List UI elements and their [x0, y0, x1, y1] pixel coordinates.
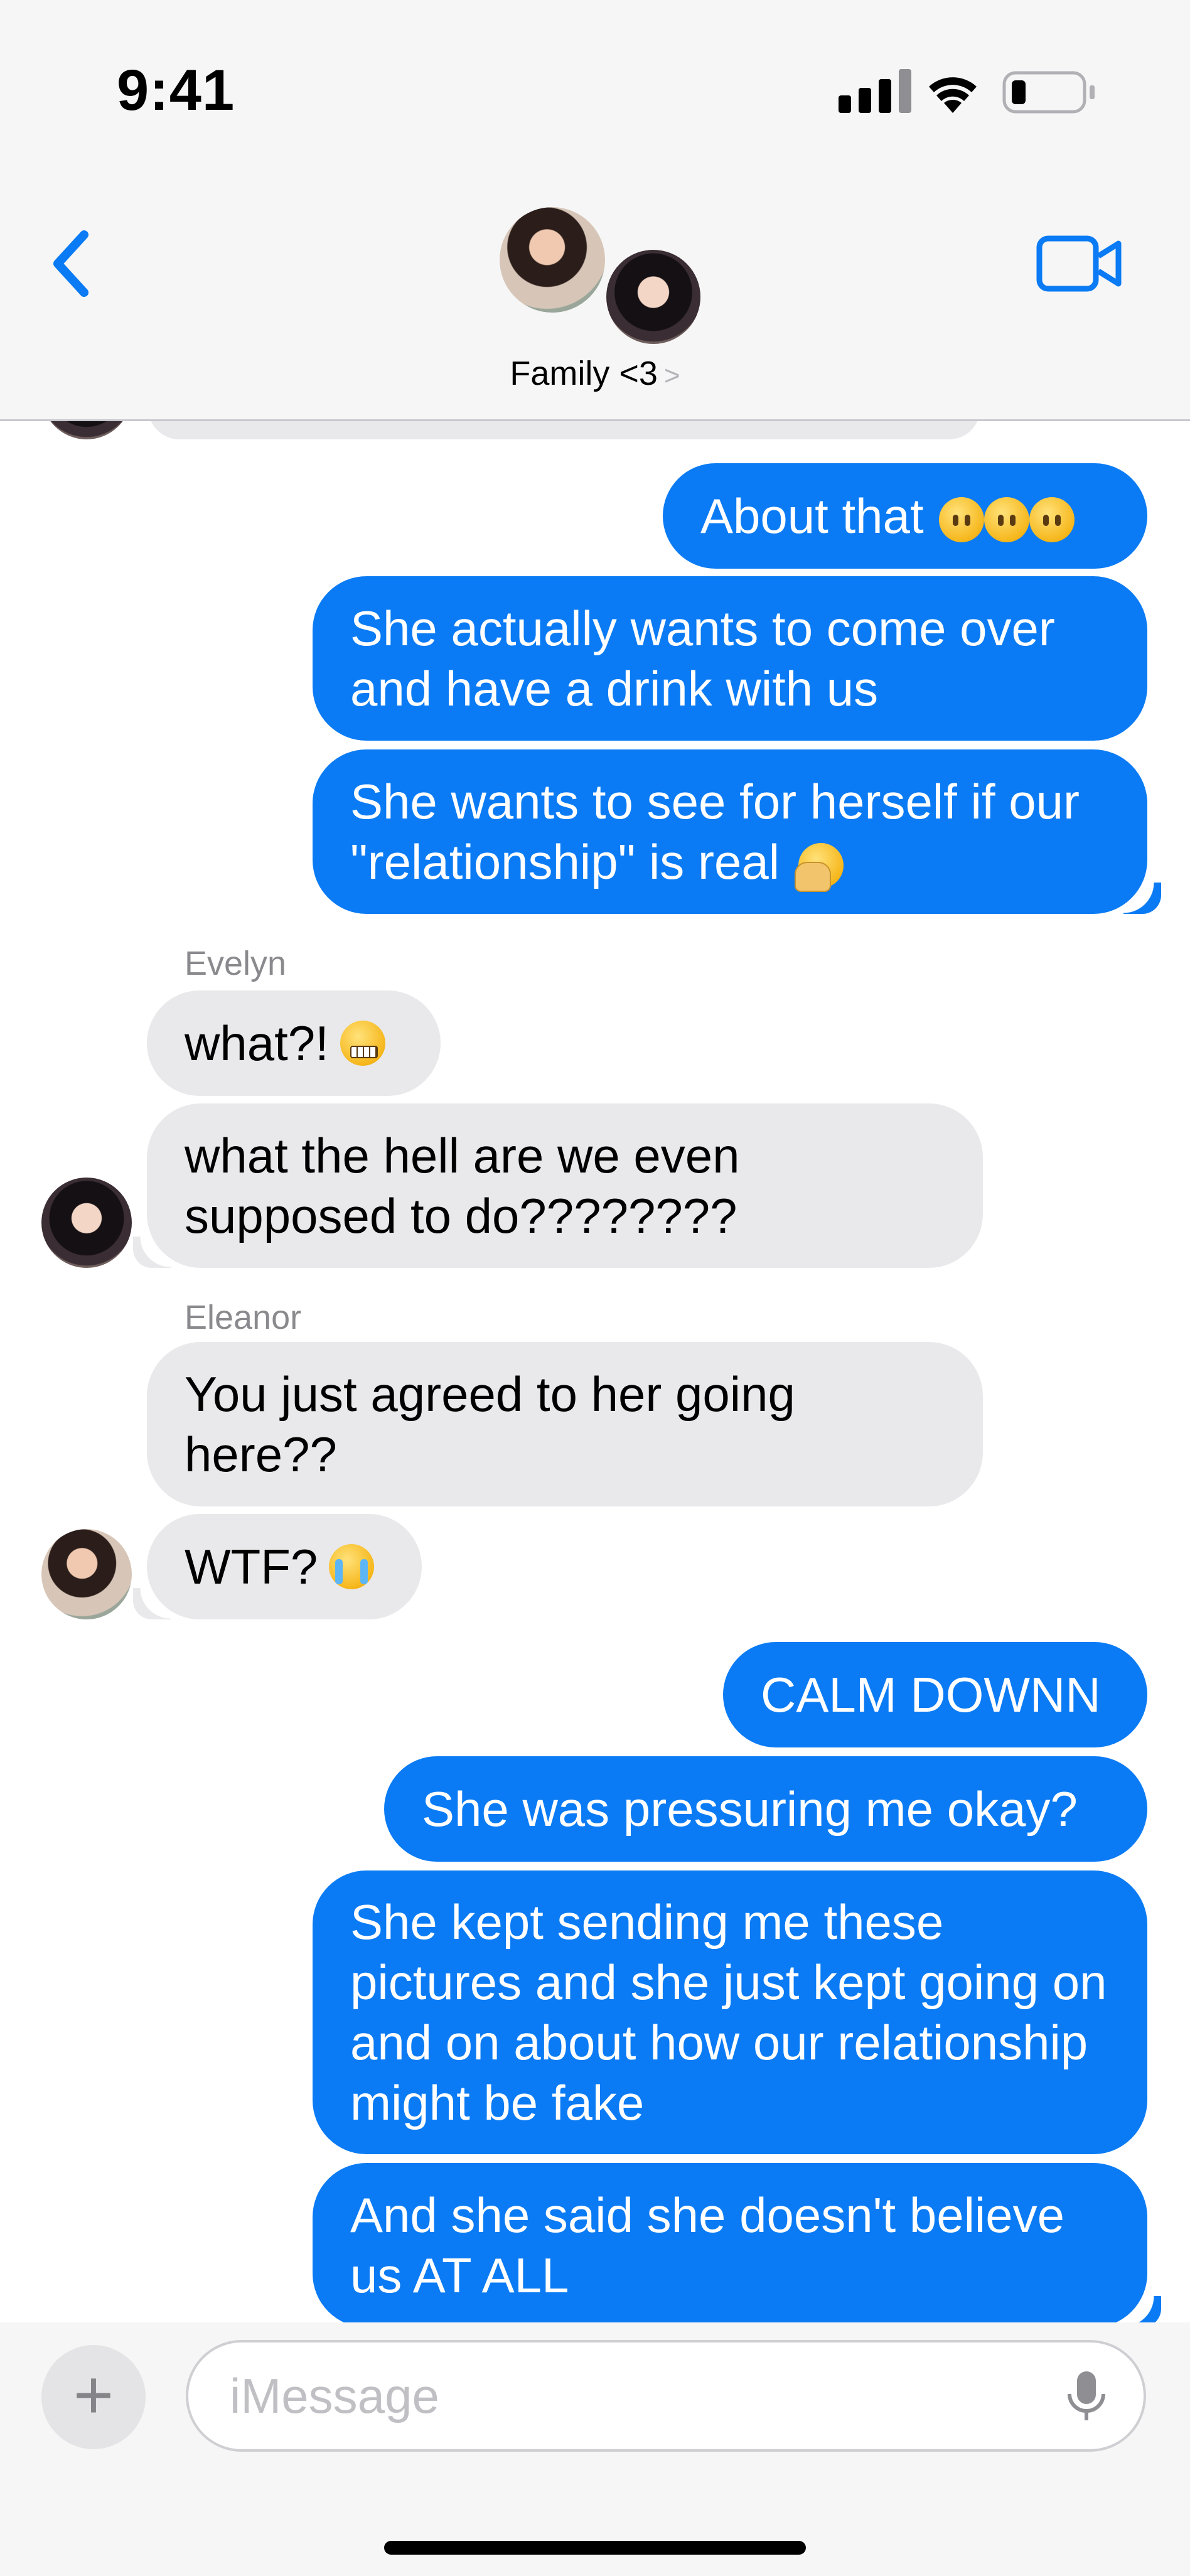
crying-face-emoji: [329, 1544, 375, 1589]
message-input-placeholder: iMessage: [230, 2368, 439, 2423]
message-text: She wants to see for herself if our "rel…: [350, 774, 1080, 893]
facetime-video-icon[interactable]: [1036, 232, 1123, 295]
sender-name: Eleanor: [185, 1299, 302, 1336]
group-name-label: Family <3: [510, 355, 658, 392]
chevron-right-icon: >: [663, 360, 680, 391]
group-avatar-eleanor[interactable]: [496, 203, 609, 316]
message-text: She was pressuring me okay?: [422, 1781, 1078, 1837]
no-mouth-face-emoji: [938, 497, 984, 543]
group-name[interactable]: Family <3 >: [0, 354, 1190, 393]
message-input[interactable]: iMessage: [186, 2340, 1146, 2452]
message-text: You just agreed to her going here??: [185, 1366, 795, 1482]
message-bubble-out[interactable]: And she said she doesn't believe us AT A…: [313, 2163, 1161, 2327]
message-bubble-in[interactable]: what?!: [147, 990, 441, 1096]
sender-name: Evelyn: [185, 945, 287, 982]
wifi-icon: [929, 77, 977, 113]
message-bubble-out[interactable]: She kept sending me these pictures and s…: [313, 1870, 1147, 2154]
message-bubble-in[interactable]: what the hell are we even supposed to do…: [133, 1103, 983, 1268]
avatar-eleanor[interactable]: [41, 1529, 132, 1619]
cellular-signal-icon: [839, 69, 911, 113]
add-attachment-button[interactable]: +: [41, 2345, 146, 2449]
message-text: She actually wants to come over and have…: [350, 601, 1055, 716]
status-time: 9:41: [117, 58, 235, 122]
home-indicator[interactable]: [384, 2541, 806, 2555]
battery-icon: [1002, 71, 1095, 114]
grimacing-face-emoji: [340, 1021, 385, 1066]
message-bubble-in[interactable]: WTF?: [133, 1514, 422, 1619]
message-text: what the hell are we even supposed to do…: [185, 1128, 740, 1243]
microphone-icon[interactable]: [1064, 2369, 1108, 2425]
back-chevron-icon[interactable]: [45, 226, 95, 301]
facepalm-emoji: [794, 843, 844, 893]
no-mouth-face-emoji: [1029, 497, 1075, 543]
message-bubble-out[interactable]: She was pressuring me okay?: [384, 1756, 1147, 1862]
message-text: She kept sending me these pictures and s…: [350, 1894, 1107, 2130]
message-bubble-out[interactable]: She wants to see for herself if our "rel…: [313, 749, 1161, 914]
message-text: what?!: [185, 1016, 329, 1071]
message-text: About that: [700, 488, 924, 544]
composer-bar: + iMessage: [0, 2322, 1190, 2576]
message-bubble-out[interactable]: CALM DOWNN: [723, 1642, 1147, 1747]
status-icons: [839, 69, 1095, 114]
group-avatar-evelyn[interactable]: [603, 246, 704, 348]
message-bubble-in[interactable]: You just agreed to her going here??: [147, 1342, 983, 1506]
message-text: CALM DOWNN: [761, 1667, 1101, 1722]
conversation-header: 9:41 Family <3 >: [0, 0, 1190, 421]
message-text: WTF?: [185, 1539, 318, 1594]
avatar-evelyn[interactable]: [41, 1178, 132, 1268]
message-bubble-out[interactable]: She actually wants to come over and have…: [313, 576, 1147, 741]
message-bubble-out[interactable]: About that: [663, 463, 1147, 569]
message-text: And she said she doesn't believe us AT A…: [350, 2187, 1065, 2303]
no-mouth-face-emoji: [984, 497, 1029, 543]
